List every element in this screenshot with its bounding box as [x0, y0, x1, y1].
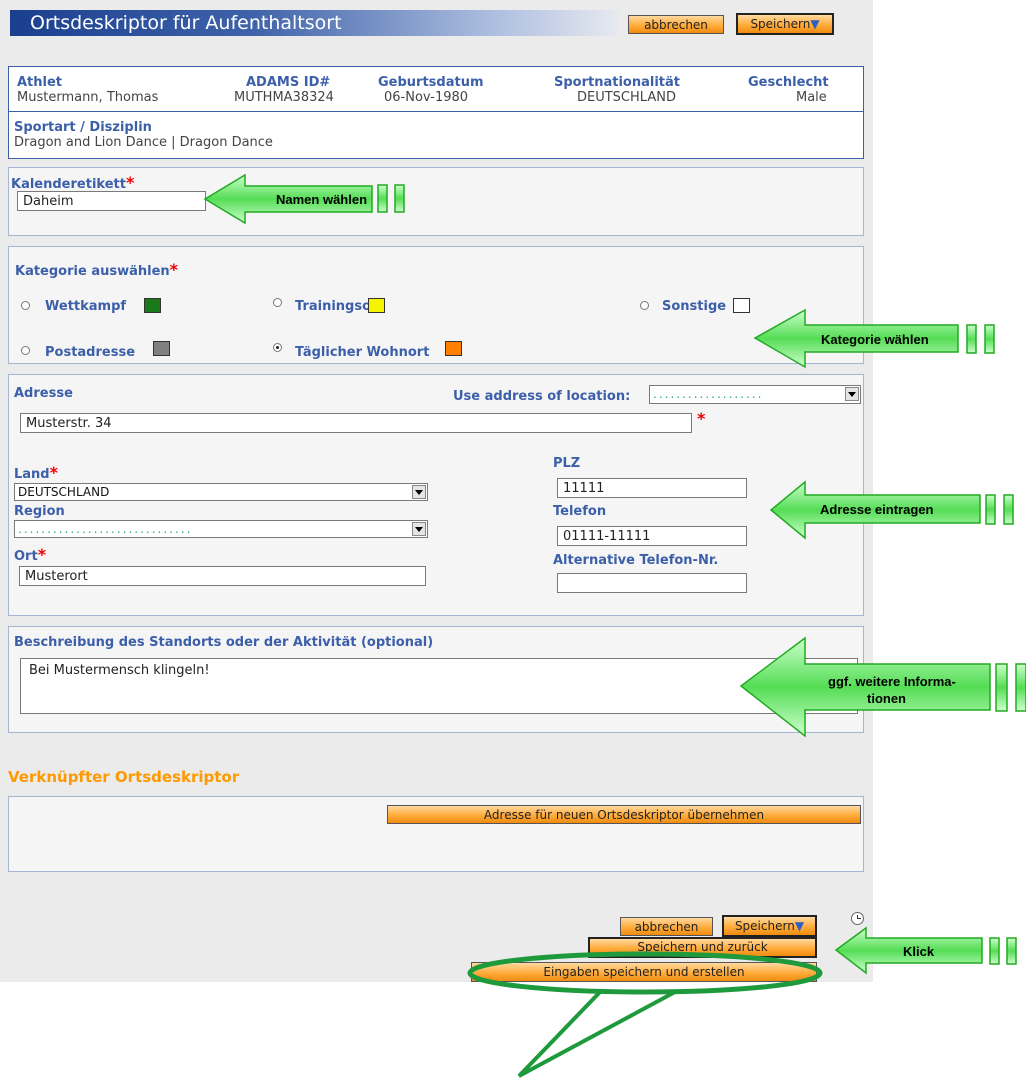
callout-text-name: Namen wählen: [276, 192, 367, 207]
callout-text-category: Kategorie wählen: [821, 332, 929, 347]
callout-text-info-1: ggf. weitere Informa-: [828, 674, 956, 689]
callout-bar: [984, 324, 995, 354]
callout-bar: [995, 663, 1008, 712]
highlight-ellipse: [467, 951, 823, 995]
callout-text-address: Adresse eintragen: [820, 502, 933, 517]
callout-bar: [989, 937, 1000, 965]
callout-bar: [1015, 663, 1026, 712]
callout-bar: [985, 494, 996, 525]
callout-bar: [394, 184, 405, 213]
annotation-overlay: Namen wählen Kategorie wählen Adresse ei…: [203, 173, 1026, 1078]
callout-bar: [966, 324, 977, 354]
callout-bar: [1006, 937, 1017, 965]
callout-bar: [1003, 494, 1014, 525]
speech-tail: [517, 990, 676, 1078]
callout-bar: [377, 184, 388, 213]
callout-text-info-2: tionen: [867, 691, 906, 706]
callout-text-click: Klick: [903, 944, 935, 959]
